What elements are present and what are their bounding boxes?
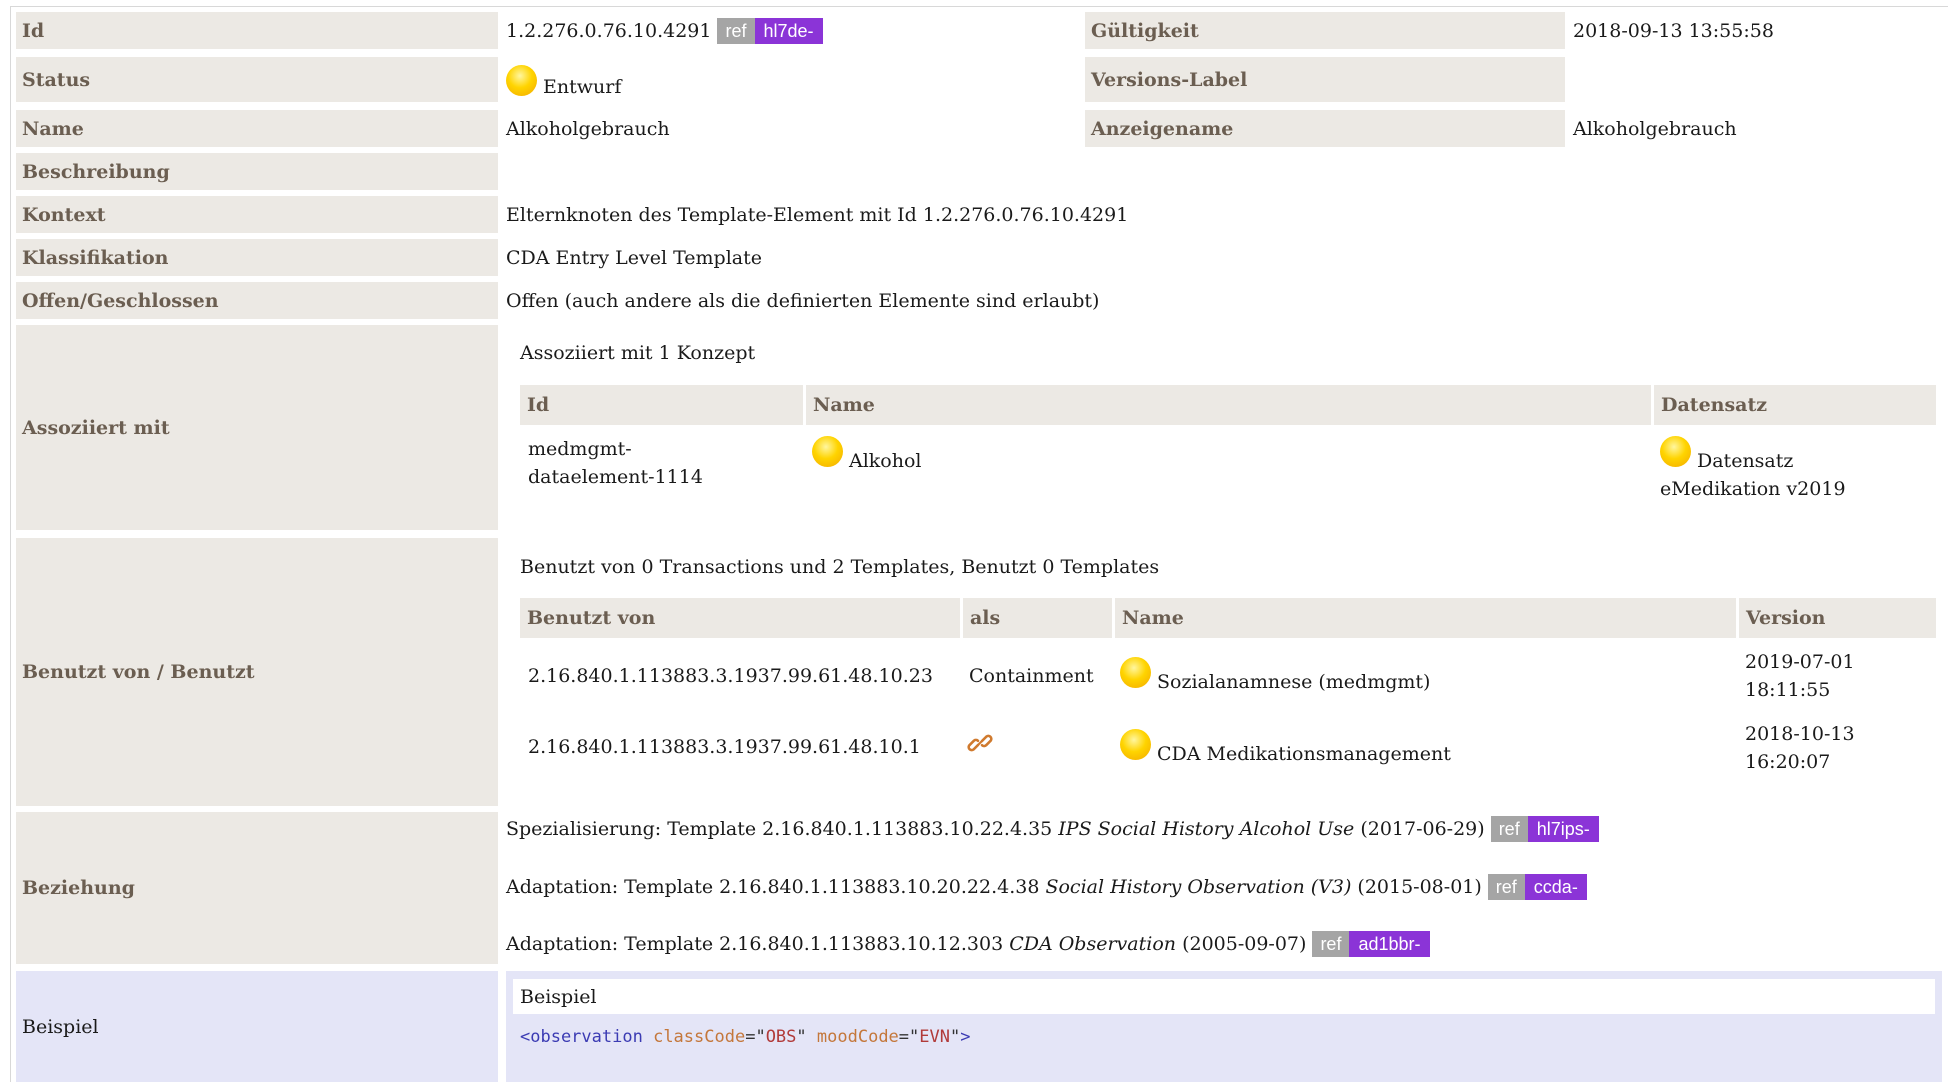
label-offen-geschlossen: Offen/Geschlossen <box>16 282 498 319</box>
label-gueltigkeit: Gültigkeit <box>1085 12 1565 49</box>
benutzt-header-von: Benutzt von <box>520 598 960 638</box>
benutzt-row-1-version-date: 2019-07-01 <box>1745 651 1855 673</box>
code-quote: " <box>950 1027 961 1047</box>
benutzt-row-2-name[interactable]: CDA Medikationsmanagement <box>1120 724 1451 768</box>
ref-badge[interactable]: ref hl7ips- <box>1490 816 1599 842</box>
code-tag-close: > <box>960 1027 971 1047</box>
ref-badge[interactable]: ref ad1bbr- <box>1312 931 1430 957</box>
code-attr: classCode <box>653 1027 746 1047</box>
ref-prefix: ccda- <box>1524 874 1587 900</box>
value-id: 1.2.276.0.76.10.4291 ref hl7de- <box>506 12 823 49</box>
benutzt-row-2-von[interactable]: 2.16.840.1.113883.3.1937.99.61.48.10.1 <box>528 733 921 761</box>
ref-label: ref <box>1487 874 1525 900</box>
value-kontext: Elternknoten des Template-Element mit Id… <box>506 203 1129 226</box>
label-benutzt-von: Benutzt von / Benutzt <box>16 538 498 806</box>
beziehung-item-2-title[interactable]: Social History Observation (V3) <box>1045 876 1351 898</box>
value-offen-geschlossen: Offen (auch andere als die definierten E… <box>506 289 1100 312</box>
datensatz-status-icon <box>1660 436 1691 467</box>
label-assoziiert-mit: Assoziiert mit <box>16 325 498 530</box>
benutzt-row-2-version-date: 2018-10-13 <box>1745 723 1855 745</box>
label-versions-label: Versions-Label <box>1085 57 1565 102</box>
label-status: Status <box>16 57 498 102</box>
code-value: EVN <box>919 1027 950 1047</box>
code-eq: =" <box>745 1027 766 1047</box>
code-eq: =" <box>898 1027 920 1047</box>
beziehung-item-1-title[interactable]: IPS Social History Alcohol Use <box>1058 818 1354 840</box>
label-id: Id <box>16 12 498 49</box>
label-beschreibung: Beschreibung <box>16 153 498 190</box>
beziehung-item-2-prefix: Adaptation: Template 2.16.840.1.113883.1… <box>506 876 1040 898</box>
benutzt-row-1-version: 2019-07-01 18:11:55 <box>1745 648 1855 704</box>
benutzt-row-1-version-time: 18:11:55 <box>1745 679 1831 701</box>
assoc-concept-id-line1: medmgmt- <box>528 438 632 460</box>
link-icon[interactable] <box>967 730 993 756</box>
benutzt-row-1-als: Containment <box>969 665 1094 687</box>
label-anzeigename: Anzeigename <box>1085 110 1565 147</box>
label-beispiel: Beispiel <box>16 971 498 1082</box>
ref-label: ref <box>1490 816 1528 842</box>
label-kontext: Kontext <box>16 196 498 233</box>
beziehung-item-3: Adaptation: Template 2.16.840.1.113883.1… <box>506 927 1430 961</box>
benutzt-summary: Benutzt von 0 Transactions und 2 Templat… <box>520 556 1160 578</box>
ref-badge[interactable]: ref hl7de- <box>717 17 823 44</box>
assoc-concept-name-text: Alkohol <box>849 450 922 472</box>
assoc-concept-name[interactable]: Alkohol <box>812 435 922 475</box>
benutzt-row-1-name[interactable]: Sozialanamnese (medmgmt) <box>1120 652 1430 696</box>
beziehung-item-3-date: (2005-09-07) <box>1182 933 1307 955</box>
label-beziehung: Beziehung <box>16 812 498 964</box>
value-name: Alkoholgebrauch <box>506 117 670 140</box>
benutzt-row-1-name-text: Sozialanamnese (medmgmt) <box>1157 671 1431 693</box>
assoziiert-summary: Assoziiert mit 1 Konzept <box>520 342 756 364</box>
ref-prefix: hl7de- <box>754 17 823 44</box>
ref-label: ref <box>717 17 755 44</box>
template-id: 1.2.276.0.76.10.4291 <box>506 19 712 42</box>
assoc-header-name: Name <box>806 385 1651 425</box>
benutzt-row-2-name-text: CDA Medikationsmanagement <box>1157 743 1451 765</box>
benutzt-row-1-von[interactable]: 2.16.840.1.113883.3.1937.99.61.48.10.23 <box>528 662 933 690</box>
ref-badge[interactable]: ref ccda- <box>1487 874 1587 900</box>
beziehung-item-1-prefix: Spezialisierung: Template 2.16.840.1.113… <box>506 818 1053 840</box>
benutzt-header-version: Version <box>1739 598 1936 638</box>
beziehung-item-1: Spezialisierung: Template 2.16.840.1.113… <box>506 812 1599 846</box>
status-draft-icon <box>506 65 537 96</box>
benutzt-row-2-version-time: 16:20:07 <box>1745 751 1831 773</box>
ref-prefix: ad1bbr- <box>1349 931 1430 957</box>
value-klassifikation: CDA Entry Level Template <box>506 246 762 269</box>
example-code: <observation classCode="OBS" moodCode="E… <box>520 1027 971 1047</box>
beziehung-item-2: Adaptation: Template 2.16.840.1.113883.1… <box>506 870 1587 904</box>
template-status-icon <box>1120 657 1151 688</box>
code-attr: moodCode <box>816 1027 899 1047</box>
value-gueltigkeit: 2018-09-13 13:55:58 <box>1573 19 1774 42</box>
concept-status-icon <box>812 436 843 467</box>
beziehung-item-1-date: (2017-06-29) <box>1360 818 1485 840</box>
assoc-header-datensatz: Datensatz <box>1654 385 1936 425</box>
code-tag-open: <observation <box>520 1027 643 1047</box>
ref-label: ref <box>1312 931 1350 957</box>
template-status-icon <box>1120 729 1151 760</box>
value-anzeigename: Alkoholgebrauch <box>1573 117 1737 140</box>
value-status: Entwurf <box>506 57 621 102</box>
ref-prefix: hl7ips- <box>1527 816 1599 842</box>
beziehung-item-2-date: (2015-08-01) <box>1357 876 1482 898</box>
benutzt-header-als: als <box>963 598 1112 638</box>
beziehung-item-3-prefix: Adaptation: Template 2.16.840.1.113883.1… <box>506 933 1004 955</box>
assoc-datensatz-line1: Datensatz <box>1697 450 1794 472</box>
benutzt-header-name: Name <box>1115 598 1736 638</box>
beziehung-item-3-title[interactable]: CDA Observation <box>1009 933 1176 955</box>
example-title: Beispiel <box>513 979 1935 1014</box>
status-text: Entwurf <box>543 75 622 98</box>
assoc-concept-id[interactable]: medmgmt- dataelement-1114 <box>528 435 703 491</box>
label-name: Name <box>16 110 498 147</box>
assoc-concept-id-line2: dataelement-1114 <box>528 466 703 488</box>
code-value: OBS <box>765 1027 797 1047</box>
label-klassifikation: Klassifikation <box>16 239 498 276</box>
assoc-datensatz[interactable]: Datensatz eMedikation v2019 <box>1660 435 1846 503</box>
assoc-header-id: Id <box>520 385 803 425</box>
benutzt-row-2-version: 2018-10-13 16:20:07 <box>1745 720 1855 776</box>
assoc-datensatz-line2: eMedikation v2019 <box>1660 478 1846 500</box>
code-quote: " <box>796 1027 807 1047</box>
